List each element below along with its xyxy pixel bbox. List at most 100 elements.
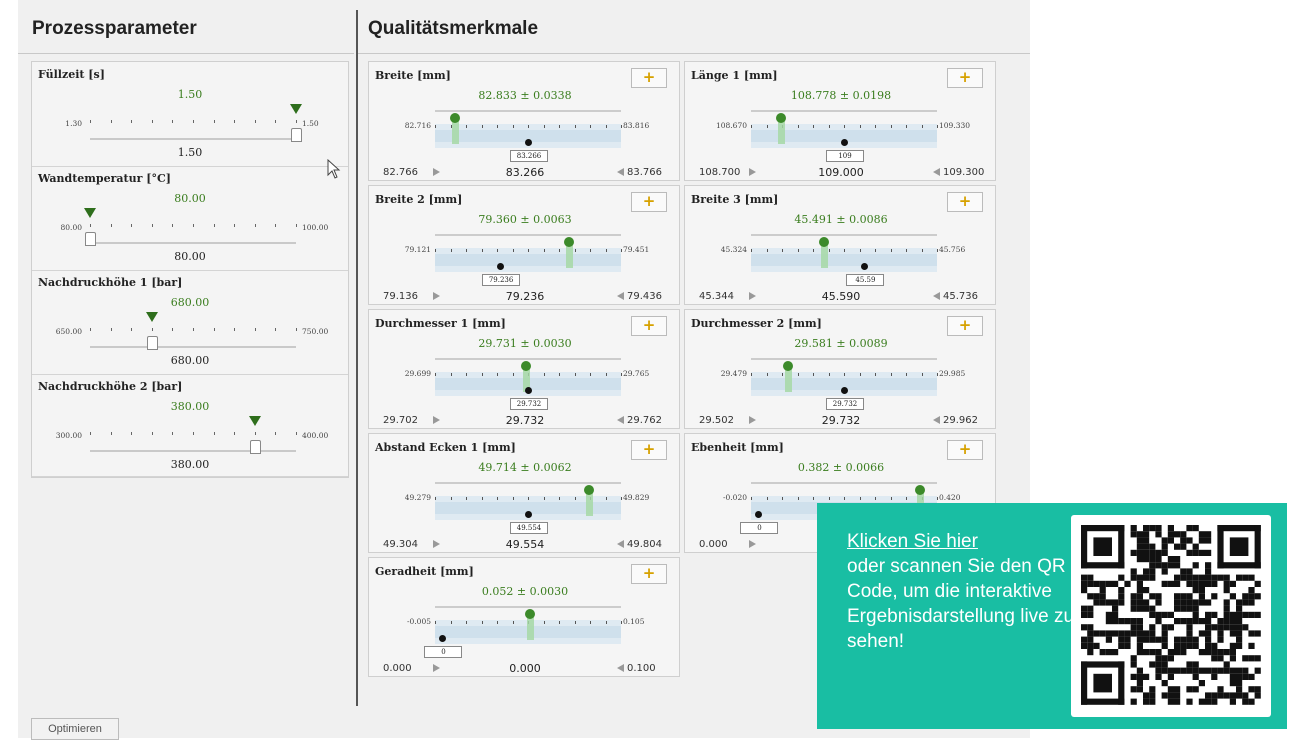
target-input-field[interactable]: 0 — [424, 646, 463, 658]
add-button[interactable]: + — [947, 192, 983, 212]
axis-tick — [621, 497, 622, 500]
add-button[interactable]: + — [947, 440, 983, 460]
slider-thumb[interactable] — [146, 336, 158, 350]
qr-module — [1217, 624, 1224, 631]
target-input-field[interactable]: 109 — [826, 150, 864, 162]
qr-module — [1236, 667, 1243, 674]
upper-limit-arrow-icon[interactable] — [933, 168, 940, 176]
target-input-field[interactable]: 0 — [740, 522, 779, 534]
axis-tick — [528, 497, 529, 500]
axis-tick — [751, 373, 752, 376]
qr-module — [1143, 692, 1150, 699]
qr-module — [1192, 525, 1199, 532]
axis-max-label: 83.816 — [623, 121, 650, 130]
qr-module — [1143, 630, 1150, 637]
qr-module — [1198, 630, 1205, 637]
slider-thumb[interactable] — [249, 440, 261, 454]
axis-tick — [466, 497, 467, 500]
slider-tick — [275, 224, 277, 227]
target-input-field[interactable]: 45.59 — [846, 274, 885, 286]
slider-tick — [193, 432, 194, 435]
target-input-field[interactable]: 83.266 — [510, 150, 548, 162]
axis-tick — [590, 125, 591, 128]
add-button[interactable]: + — [947, 68, 983, 88]
qr-module — [1217, 636, 1224, 643]
slider-tick — [90, 224, 91, 227]
qr-module — [1112, 630, 1119, 637]
qr-module — [1248, 655, 1255, 662]
axis-tick — [844, 125, 845, 128]
upper-limit-arrow-icon[interactable] — [617, 540, 624, 548]
slider-track[interactable] — [90, 346, 296, 348]
axis-tick — [466, 621, 467, 624]
upper-limit-arrow-icon[interactable] — [617, 168, 624, 176]
qr-module — [1161, 642, 1168, 649]
slider-track[interactable] — [90, 138, 296, 140]
upper-limit-label: 109.300 — [943, 167, 985, 178]
qr-module — [1174, 593, 1181, 600]
qr-module — [1180, 543, 1187, 550]
qr-module — [1198, 618, 1205, 625]
add-button[interactable]: + — [947, 316, 983, 336]
qr-module — [1192, 574, 1199, 581]
qr-module — [1130, 698, 1137, 705]
slider-track[interactable] — [90, 242, 296, 244]
qr-module — [1161, 661, 1168, 668]
qr-code[interactable] — [1071, 515, 1271, 717]
upper-limit-arrow-icon[interactable] — [933, 292, 940, 300]
target-input-field[interactable]: 79.236 — [482, 274, 521, 286]
slider-track[interactable] — [90, 450, 296, 452]
predicted-value-dot — [563, 237, 574, 247]
axis-tick — [921, 249, 923, 252]
qr-module — [1155, 636, 1162, 643]
qr-module — [1118, 587, 1125, 594]
add-button[interactable]: + — [631, 192, 667, 212]
qr-module — [1174, 667, 1181, 674]
axis-tick — [797, 249, 799, 252]
upper-limit-arrow-icon[interactable] — [617, 416, 624, 424]
qr-module — [1236, 673, 1243, 680]
qr-module — [1217, 655, 1224, 662]
add-button[interactable]: + — [631, 564, 667, 584]
qr-module — [1248, 698, 1255, 705]
qr-module — [1198, 549, 1205, 556]
axis-tick — [497, 621, 498, 624]
qr-module — [1161, 680, 1168, 687]
target-input-field[interactable]: 29.732 — [510, 398, 548, 410]
slider-thumb[interactable] — [291, 128, 302, 142]
slider-min-label: 300.00 — [55, 431, 82, 440]
qr-module — [1186, 580, 1193, 587]
add-button[interactable]: + — [631, 316, 667, 336]
qr-module — [1223, 605, 1230, 612]
axis-tick — [574, 497, 576, 500]
upper-limit-arrow-icon[interactable] — [933, 416, 940, 424]
qr-module — [1155, 549, 1162, 556]
optimize-button[interactable]: Optimieren — [31, 718, 119, 740]
divider — [358, 53, 1030, 54]
slider-tick — [296, 432, 297, 435]
qr-module — [1124, 636, 1131, 643]
quality-axis — [435, 249, 622, 252]
qr-module — [1223, 618, 1230, 625]
slider-tick — [275, 328, 277, 331]
axis-tick — [813, 497, 814, 500]
target-input-field[interactable]: 29.732 — [826, 398, 864, 410]
qr-module — [1093, 642, 1100, 649]
lower-limit-arrow-icon[interactable] — [749, 540, 756, 548]
upper-limit-arrow-icon[interactable] — [617, 292, 624, 300]
slider-thumb[interactable] — [85, 232, 96, 246]
qr-module — [1143, 531, 1150, 538]
qr-module — [1143, 549, 1150, 556]
add-button[interactable]: + — [631, 440, 667, 460]
add-button[interactable]: + — [631, 68, 667, 88]
upper-limit-arrow-icon[interactable] — [617, 664, 624, 672]
target-input-field[interactable]: 49.554 — [510, 522, 548, 534]
predicted-value-dot — [818, 237, 829, 247]
quality-card: Breite 2 [mm] +79.360 ± 0.0063 79.121 79.45… — [368, 185, 680, 305]
qr-module — [1155, 593, 1162, 600]
slider-tick — [213, 224, 215, 227]
qr-finder — [1118, 661, 1125, 705]
qr-module — [1143, 574, 1150, 581]
qr-module — [1205, 599, 1212, 606]
overlay-link[interactable]: Klicken Sie hier — [847, 531, 978, 552]
